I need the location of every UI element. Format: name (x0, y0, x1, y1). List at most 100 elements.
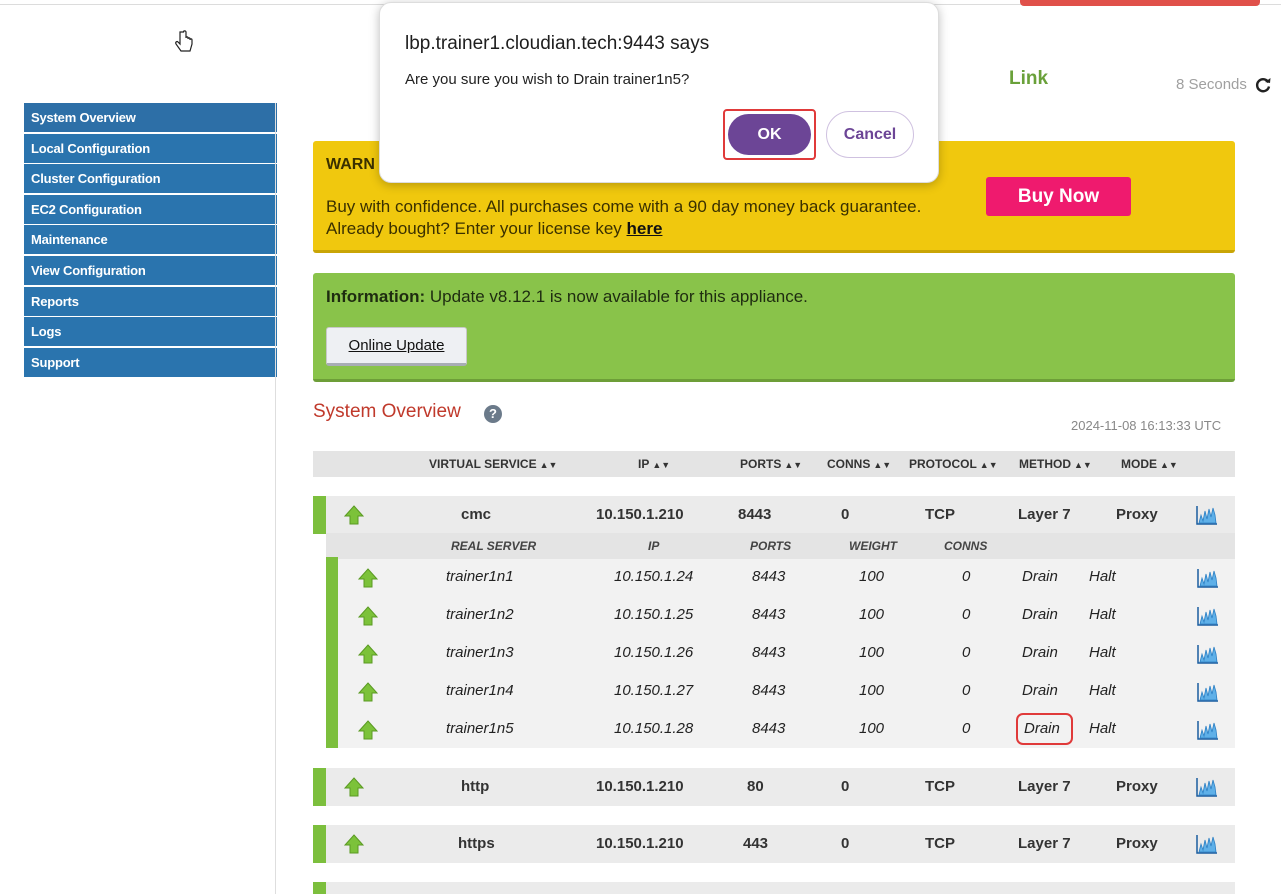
ok-highlight-box: OK (723, 109, 816, 160)
rs-header-real-server: REAL SERVER (451, 539, 537, 553)
virtual-service-row-partial[interactable] (313, 882, 1235, 894)
hand-cursor-icon (175, 30, 193, 52)
rs-ip: 10.150.1.24 (614, 568, 694, 585)
services-table-header: VIRTUAL SERVICE ▲▼ IP ▲▼ PORTS ▲▼ CONNS ▲▼ P… (313, 451, 1235, 477)
drain-link[interactable]: Drain (1022, 558, 1058, 596)
help-icon[interactable]: ? (484, 405, 502, 423)
drain-link[interactable]: Drain (1022, 672, 1058, 710)
rs-ports: 8443 (752, 606, 786, 623)
vs-name[interactable]: https (458, 825, 495, 863)
rs-ip: 10.150.1.26 (614, 644, 694, 661)
graph-icon[interactable] (1197, 644, 1219, 664)
sort-icon: ▲▼ (539, 460, 558, 470)
sidebar-item-support[interactable]: Support (24, 347, 277, 377)
online-update-button[interactable]: Online Update (326, 327, 467, 366)
virtual-service-row-https[interactable]: https 10.150.1.210 443 0 TCP Layer 7 Pro… (313, 825, 1235, 863)
halt-link[interactable]: Halt (1089, 710, 1116, 748)
graph-icon[interactable] (1197, 568, 1219, 588)
warning-title: WARN (326, 156, 375, 173)
refresh-icon[interactable] (1254, 76, 1272, 94)
status-bar (313, 496, 326, 534)
refresh-interval-label[interactable]: 8 Seconds (1176, 76, 1247, 93)
rs-header-conns: CONNS (944, 539, 988, 553)
virtual-service-row-cmc[interactable]: cmc 10.150.1.210 8443 0 TCP Layer 7 Prox… (313, 496, 1235, 534)
cancel-button[interactable]: Cancel (826, 111, 914, 158)
halt-link[interactable]: Halt (1089, 672, 1116, 710)
rs-ports: 8443 (752, 568, 786, 585)
rs-name[interactable]: trainer1n5 (446, 710, 514, 748)
vs-protocol: TCP (925, 506, 955, 523)
vs-mode: Proxy (1116, 778, 1158, 795)
license-key-link[interactable]: here (627, 219, 663, 238)
column-header-ports[interactable]: PORTS ▲▼ (740, 451, 802, 477)
sidebar-item-local-configuration[interactable]: Local Configuration (24, 133, 277, 163)
column-header-method[interactable]: METHOD ▲▼ (1019, 451, 1092, 477)
ok-button[interactable]: OK (728, 114, 811, 155)
confirm-dialog: lbp.trainer1.cloudian.tech:9443 says Are… (379, 2, 939, 183)
column-header-virtual-service[interactable]: VIRTUAL SERVICE ▲▼ (429, 451, 557, 477)
rs-weight: 100 (859, 644, 885, 661)
status-up-arrow-icon (358, 682, 378, 702)
real-server-row: trainer1n4 10.150.1.27 8443 100 0 Drain … (338, 672, 1235, 710)
sidebar-item-ec2-configuration[interactable]: EC2 Configuration (24, 194, 277, 224)
drain-link[interactable]: Drain (1022, 634, 1058, 672)
content-divider (275, 103, 276, 894)
rs-header-weight: WEIGHT (849, 539, 897, 553)
rs-name[interactable]: trainer1n3 (446, 634, 514, 672)
rs-name[interactable]: trainer1n1 (446, 558, 514, 596)
vs-name[interactable]: cmc (461, 496, 491, 534)
rs-ports: 8443 (752, 644, 786, 661)
sidebar-item-cluster-configuration[interactable]: Cluster Configuration (24, 164, 277, 194)
drain-link[interactable]: Drain (1022, 596, 1058, 634)
sidebar-item-system-overview[interactable]: System Overview (24, 103, 277, 132)
info-message: Update v8.12.1 is now available for this… (425, 287, 808, 306)
license-key-prefix: Already bought? Enter your license key (326, 219, 627, 238)
sort-icon: ▲▼ (1160, 460, 1178, 470)
rs-name[interactable]: trainer1n4 (446, 672, 514, 710)
column-header-mode[interactable]: MODE ▲▼ (1121, 451, 1178, 477)
graph-icon[interactable] (1197, 682, 1219, 702)
halt-link[interactable]: Halt (1089, 596, 1116, 634)
rs-header-ports: PORTS (750, 539, 792, 553)
graph-icon[interactable] (1197, 720, 1219, 740)
graph-icon[interactable] (1196, 505, 1218, 525)
sidebar-item-view-configuration[interactable]: View Configuration (24, 255, 277, 285)
vs-method: Layer 7 (1018, 506, 1071, 523)
dialog-message: Are you sure you wish to Drain trainer1n… (405, 71, 690, 88)
real-servers-header: REAL SERVER IP PORTS WEIGHT CONNS (326, 533, 1235, 559)
sort-icon: ▲▼ (784, 460, 803, 470)
rs-name[interactable]: trainer1n2 (446, 596, 514, 634)
rs-weight: 100 (859, 606, 885, 623)
status-up-arrow-icon (344, 834, 364, 854)
sidebar-item-maintenance[interactable]: Maintenance (24, 225, 277, 255)
vs-mode: Proxy (1116, 835, 1158, 852)
update-info-banner: Information: Update v8.12.1 is now avail… (313, 273, 1235, 382)
vs-name[interactable]: http (461, 768, 489, 806)
sidebar-item-reports[interactable]: Reports (24, 286, 277, 316)
real-server-row: trainer1n2 10.150.1.25 8443 100 0 Drain … (338, 596, 1235, 634)
rs-ports: 8443 (752, 682, 786, 699)
column-header-protocol[interactable]: PROTOCOL ▲▼ (909, 451, 998, 477)
vs-ports: 80 (747, 778, 764, 795)
halt-link[interactable]: Halt (1089, 634, 1116, 672)
rs-weight: 100 (859, 568, 885, 585)
graph-icon[interactable] (1196, 777, 1218, 797)
column-header-conns[interactable]: CONNS ▲▼ (827, 451, 891, 477)
graph-icon[interactable] (1197, 606, 1219, 626)
sort-icon: ▲▼ (1074, 460, 1092, 470)
status-up-arrow-icon (344, 777, 364, 797)
rs-ports: 8443 (752, 720, 786, 737)
vs-conns: 0 (841, 778, 850, 795)
buy-now-button[interactable]: Buy Now (986, 177, 1131, 216)
vs-method: Layer 7 (1018, 778, 1071, 795)
column-header-ip[interactable]: IP ▲▼ (638, 451, 670, 477)
rs-conns: 0 (962, 568, 971, 585)
rs-conns: 0 (962, 682, 971, 699)
halt-link[interactable]: Halt (1089, 558, 1116, 596)
status-bar (313, 768, 326, 806)
virtual-service-row-http[interactable]: http 10.150.1.210 80 0 TCP Layer 7 Proxy (313, 768, 1235, 806)
sidebar-item-logs[interactable]: Logs (24, 317, 277, 347)
vs-conns: 0 (841, 506, 850, 523)
graph-icon[interactable] (1196, 834, 1218, 854)
vs-ip: 10.150.1.210 (596, 778, 684, 795)
